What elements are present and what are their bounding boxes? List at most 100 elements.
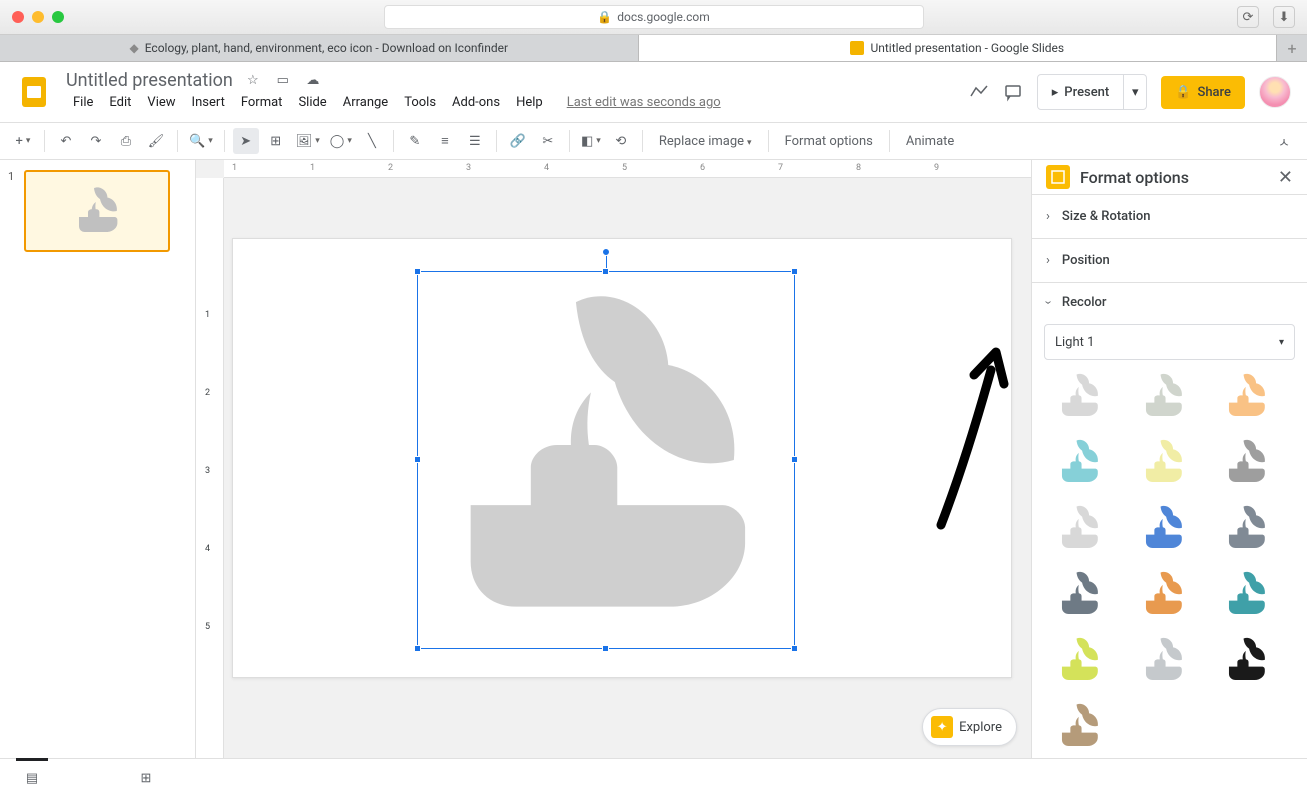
recolor-swatch[interactable] xyxy=(1128,564,1202,626)
resize-handle-ne[interactable] xyxy=(791,268,798,275)
recolor-swatch[interactable] xyxy=(1128,630,1202,692)
activity-icon[interactable] xyxy=(969,82,989,102)
resize-handle-sw[interactable] xyxy=(414,645,421,652)
slide-canvas[interactable]: 1 1 2 3 4 5 6 7 8 9 1 2 3 4 5 xyxy=(196,160,1031,758)
recolor-swatch[interactable] xyxy=(1128,432,1202,494)
position-section[interactable]: › Position xyxy=(1032,239,1307,283)
menu-slide[interactable]: Slide xyxy=(291,91,333,114)
move-icon[interactable]: ▭ xyxy=(273,71,293,91)
address-bar[interactable]: 🔒 docs.google.com xyxy=(384,5,924,29)
recolor-swatch[interactable] xyxy=(1211,630,1285,692)
format-options-panel: Format options ✕ › Size & Rotation › Pos… xyxy=(1031,160,1307,758)
menu-addons[interactable]: Add-ons xyxy=(445,91,507,114)
share-button[interactable]: 🔒 Share xyxy=(1161,76,1245,109)
resize-handle-s[interactable] xyxy=(602,645,609,652)
paint-format-button[interactable]: 🖌 xyxy=(143,128,169,154)
recolor-swatch[interactable] xyxy=(1128,366,1202,428)
last-edit-link[interactable]: Last edit was seconds ago xyxy=(560,91,728,114)
recolor-swatch[interactable] xyxy=(1044,366,1118,428)
maximize-window-icon[interactable] xyxy=(52,11,64,23)
resize-handle-nw[interactable] xyxy=(414,268,421,275)
panel-title: Format options xyxy=(1080,168,1268,187)
recolor-swatch[interactable] xyxy=(1044,630,1118,692)
chevron-right-icon: › xyxy=(1046,209,1050,224)
print-button[interactable]: ⎙ xyxy=(113,128,139,154)
present-dropdown[interactable]: ▾ xyxy=(1124,85,1146,100)
recolor-dropdown[interactable]: Light 1 ▾ xyxy=(1044,324,1295,360)
menu-edit[interactable]: Edit xyxy=(102,91,138,114)
shape-tool[interactable]: ◯ xyxy=(327,128,355,154)
menu-tools[interactable]: Tools xyxy=(397,91,443,114)
recolor-section-header[interactable]: › Recolor xyxy=(1032,283,1307,322)
menu-view[interactable]: View xyxy=(140,91,182,114)
textbox-tool[interactable]: ⊞ xyxy=(263,128,289,154)
format-options-button[interactable]: Format options xyxy=(777,134,881,149)
menu-insert[interactable]: Insert xyxy=(185,91,232,114)
recolor-swatch[interactable] xyxy=(1211,432,1285,494)
grid-view-icon[interactable]: ⊞ xyxy=(134,767,158,791)
section-label: Recolor xyxy=(1062,295,1107,310)
section-label: Size & Rotation xyxy=(1062,209,1151,224)
crop-button[interactable]: ✂ xyxy=(535,128,561,154)
new-tab-button[interactable]: + xyxy=(1277,35,1307,61)
vertical-ruler: 1 2 3 4 5 xyxy=(196,178,224,758)
animate-button[interactable]: Animate xyxy=(898,134,962,149)
minimize-window-icon[interactable] xyxy=(32,11,44,23)
browser-tab-iconfinder[interactable]: ◆ Ecology, plant, hand, environment, eco… xyxy=(0,35,639,61)
reload-icon[interactable]: ⟳ xyxy=(1237,6,1259,28)
eco-icon xyxy=(67,181,127,241)
resize-handle-n[interactable] xyxy=(602,268,609,275)
thumb-number: 1 xyxy=(8,170,18,252)
resize-handle-e[interactable] xyxy=(791,456,798,463)
recolor-swatch[interactable] xyxy=(1044,696,1118,746)
recolor-swatch[interactable] xyxy=(1211,498,1285,560)
slide-1[interactable] xyxy=(232,238,1012,678)
doc-title[interactable]: Untitled presentation xyxy=(66,70,233,91)
slide-thumbnail-1[interactable] xyxy=(24,170,170,252)
fill-color-button[interactable]: ✎ xyxy=(402,128,428,154)
recolor-swatch[interactable] xyxy=(1044,432,1118,494)
zoom-button[interactable]: 🔍 xyxy=(186,128,216,154)
menu-format[interactable]: Format xyxy=(234,91,290,114)
account-avatar[interactable] xyxy=(1259,76,1291,108)
play-icon: ▸ xyxy=(1052,85,1059,100)
comments-icon[interactable] xyxy=(1003,82,1023,102)
selected-image[interactable] xyxy=(417,271,795,649)
cloud-status-icon[interactable]: ☁ xyxy=(303,71,323,91)
rotation-handle[interactable] xyxy=(602,248,610,256)
slides-logo-icon[interactable] xyxy=(16,74,52,110)
menu-help[interactable]: Help xyxy=(509,91,550,114)
recolor-swatch[interactable] xyxy=(1128,498,1202,560)
menu-file[interactable]: File xyxy=(66,91,100,114)
recolor-swatch[interactable] xyxy=(1211,366,1285,428)
download-icon[interactable]: ⬇ xyxy=(1273,6,1295,28)
collapse-toolbar-icon[interactable]: ㅅ xyxy=(1271,128,1297,154)
filmstrip-view-icon[interactable]: ▤ xyxy=(20,767,44,791)
recolor-swatch[interactable] xyxy=(1044,498,1118,560)
border-color-button[interactable]: ≡ xyxy=(432,128,458,154)
line-tool[interactable]: ╲ xyxy=(359,128,385,154)
undo-button[interactable]: ↶ xyxy=(53,128,79,154)
close-window-icon[interactable] xyxy=(12,11,24,23)
star-icon[interactable]: ☆ xyxy=(243,71,263,91)
explore-button[interactable]: ✦ Explore xyxy=(922,708,1017,746)
redo-button[interactable]: ↷ xyxy=(83,128,109,154)
close-panel-icon[interactable]: ✕ xyxy=(1278,167,1293,188)
image-tool[interactable]: 🖼 xyxy=(293,128,323,154)
select-tool[interactable]: ➤ xyxy=(233,128,259,154)
present-button[interactable]: ▸ Present xyxy=(1038,75,1125,109)
link-button[interactable]: 🔗 xyxy=(505,128,531,154)
chevron-right-icon: › xyxy=(1046,253,1050,268)
mask-button[interactable]: ◧ xyxy=(578,128,604,154)
menu-arrange[interactable]: Arrange xyxy=(336,91,395,114)
border-weight-button[interactable]: ☰ xyxy=(462,128,488,154)
reset-image-button[interactable]: ⟲ xyxy=(608,128,634,154)
new-slide-button[interactable]: + xyxy=(10,128,36,154)
browser-tab-slides[interactable]: Untitled presentation - Google Slides xyxy=(639,35,1278,61)
recolor-swatch[interactable] xyxy=(1211,564,1285,626)
size-rotation-section[interactable]: › Size & Rotation xyxy=(1032,195,1307,239)
resize-handle-w[interactable] xyxy=(414,456,421,463)
replace-image-button[interactable]: Replace image xyxy=(651,134,760,149)
resize-handle-se[interactable] xyxy=(791,645,798,652)
recolor-swatch[interactable] xyxy=(1044,564,1118,626)
